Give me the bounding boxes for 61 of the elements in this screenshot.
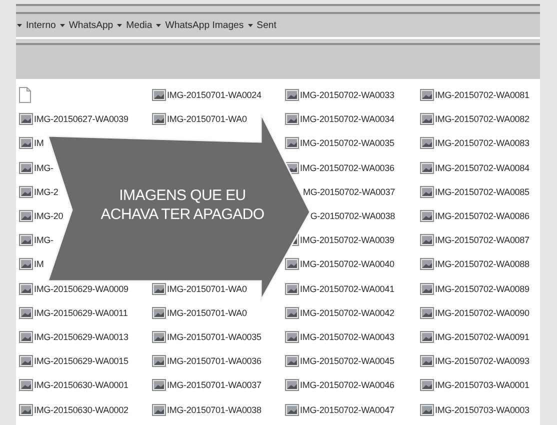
file-name[interactable]: IMG-20150627-WA0039 xyxy=(34,114,128,124)
file-name[interactable]: IMG-20150701-WA0035 xyxy=(167,332,262,342)
file-name[interactable]: IMG-20150702-WA0089 xyxy=(435,284,530,294)
file-name[interactable]: IMG-20150701-WA0038 xyxy=(167,404,262,415)
file-name[interactable]: IMG-20150701-WA0024 xyxy=(167,90,262,100)
callout-text: IMAGENS QUE EU ACHAVA TER APAGADO xyxy=(100,186,266,224)
breadcrumb-item[interactable]: WhatsApp Images xyxy=(165,20,244,31)
breadcrumb-item[interactable]: Interno xyxy=(26,20,56,31)
file-name[interactable]: IMG-20150702-WA0041 xyxy=(300,284,394,294)
file-name[interactable]: IMG-20150702-WA0034 xyxy=(300,114,394,124)
file-name[interactable]: IMG-20150702-WA0047 xyxy=(300,404,394,415)
file-name[interactable]: IMG-20150702-WA0086 xyxy=(435,211,530,222)
file-name[interactable]: IMG-20150702-WA0043 xyxy=(300,332,394,342)
chevron-down-icon[interactable] xyxy=(248,24,253,27)
breadcrumb-item[interactable]: WhatsApp xyxy=(68,20,114,31)
blank-file-icon[interactable] xyxy=(19,87,31,104)
file-name[interactable]: IM xyxy=(34,259,44,270)
file-name[interactable]: IMG-20150629-WA0015 xyxy=(34,356,128,366)
file-name[interactable]: G-20150702-WA0038 xyxy=(310,210,395,222)
file-name[interactable]: MG-20150702-WA0037 xyxy=(302,186,395,198)
file-name[interactable]: IMG-20150702-WA0085 xyxy=(435,186,530,197)
file-name[interactable]: IMG-20150702-WA0088 xyxy=(435,259,530,270)
file-name[interactable]: IMG-20150702-WA0081 xyxy=(435,90,530,100)
file-name[interactable]: IMG-20150702-WA0046 xyxy=(300,380,394,390)
file-name[interactable]: IMG-20150630-WA0002 xyxy=(34,404,128,415)
file-name[interactable]: IMG-20150702-WA0035 xyxy=(300,138,394,148)
file-name[interactable]: IMG-20150629-WA0011 xyxy=(34,308,128,318)
file-name[interactable]: IMG-20 xyxy=(34,211,64,222)
chevron-down-icon[interactable] xyxy=(60,24,65,27)
file-name[interactable]: IMG-20150629-WA0013 xyxy=(34,332,128,342)
file-name[interactable]: IMG-20150702-WA0091 xyxy=(435,332,530,342)
file-name[interactable]: IMG-20150703-WA0001 xyxy=(435,380,530,390)
file-name[interactable]: IMG-20150701-WA0037 xyxy=(167,380,262,390)
file-name[interactable]: IMG-20150701-WA0 xyxy=(167,114,247,124)
file-name[interactable]: IMG-20150701-WA0 xyxy=(167,284,247,294)
file-name[interactable]: IMG-20150702-WA0042 xyxy=(300,308,394,318)
file-name[interactable]: IMG-20150702-WA0090 xyxy=(435,308,530,318)
file-name[interactable]: IMG-20150701-WA0 xyxy=(167,308,247,318)
file-name[interactable]: IMG-20150630-WA0001 xyxy=(34,380,128,390)
file-name[interactable]: IMG-20150702-WA0093 xyxy=(435,356,530,366)
file-name[interactable]: IMG-20150702-WA0083 xyxy=(435,138,530,148)
file-name[interactable]: IMG-20150702-WA0039 xyxy=(300,235,394,246)
file-name[interactable]: IMG-20150703-WA0003 xyxy=(435,404,530,415)
chevron-down-icon[interactable] xyxy=(17,24,22,27)
file-name[interactable]: IMG-20150702-WA0045 xyxy=(300,356,394,366)
file-name[interactable]: IMG-20150702-WA0082 xyxy=(435,114,530,124)
breadcrumb-item[interactable]: Sent xyxy=(256,20,276,31)
file-name[interactable]: IMG-20150702-WA0033 xyxy=(300,90,394,100)
chevron-down-icon[interactable] xyxy=(156,24,162,27)
file-name[interactable]: IM xyxy=(34,138,44,148)
chevron-down-icon[interactable] xyxy=(117,24,122,27)
breadcrumb-item[interactable]: Media xyxy=(126,20,152,31)
file-name[interactable]: IMG- xyxy=(34,235,54,246)
file-name[interactable]: IMG-20150702-WA0084 xyxy=(435,162,530,173)
file-name[interactable]: IMG-20150702-WA0040 xyxy=(300,259,394,270)
file-name[interactable]: IMG-20150629-WA0009 xyxy=(34,284,128,294)
file-name[interactable]: IMG-20150701-WA0036 xyxy=(167,356,262,366)
file-name[interactable]: IMG-2 xyxy=(34,186,58,197)
file-name[interactable]: IMG- xyxy=(34,162,54,173)
file-name[interactable]: IMG-20150702-WA0036 xyxy=(300,162,394,173)
file-name[interactable]: IMG-20150702-WA0087 xyxy=(435,235,530,246)
